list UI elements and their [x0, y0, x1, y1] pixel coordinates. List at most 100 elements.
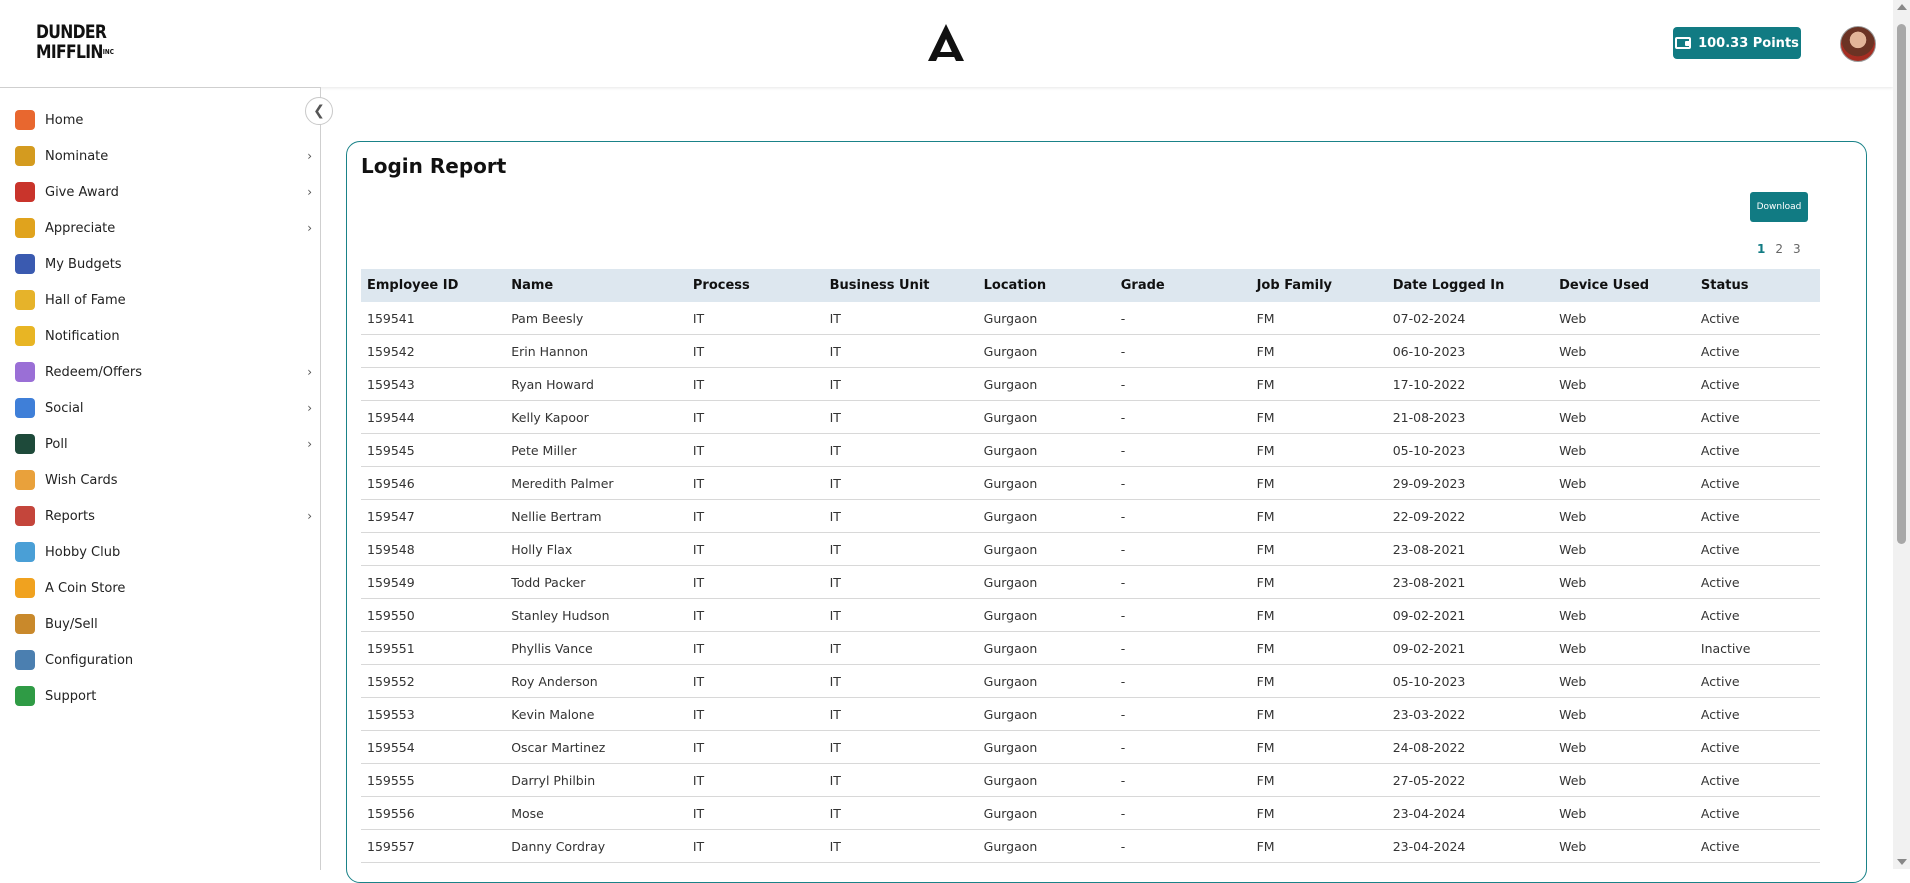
table-cell: IT — [686, 565, 824, 599]
table-cell: Web — [1553, 466, 1695, 500]
table-cell: 159555 — [361, 763, 506, 797]
table-cell: Active — [1694, 302, 1820, 335]
sidebar-item-reports[interactable]: Reports › — [0, 498, 320, 534]
table-cell: Web — [1553, 400, 1695, 434]
table-cell: Web — [1553, 829, 1695, 863]
table-row: 159548 Holly Flax IT IT Gurgaon - FM 23-08-2021… — [361, 532, 1820, 566]
table-cell: FM — [1250, 433, 1387, 467]
table-row: 159544 Kelly Kapoor IT IT Gurgaon - FM 21-08-20… — [361, 400, 1820, 434]
sidebar-item-my-budgets[interactable]: My Budgets — [0, 246, 320, 282]
column-header-grade[interactable]: Grade — [1114, 269, 1251, 302]
sidebar-item-give-award[interactable]: Give Award › — [0, 174, 320, 210]
column-header-date-logged-in[interactable]: Date Logged In — [1386, 269, 1554, 302]
scroll-up-arrow-icon[interactable] — [1897, 4, 1907, 10]
brand-a-icon[interactable] — [922, 19, 970, 67]
table-cell: Active — [1694, 598, 1820, 632]
table-cell: Kelly Kapoor — [505, 400, 687, 434]
sidebar-item-redeem-offers[interactable]: Redeem/Offers › — [0, 354, 320, 390]
table-cell: Web — [1553, 730, 1695, 764]
sidebar-item-poll[interactable]: Poll › — [0, 426, 320, 462]
page-link-2[interactable]: 2 — [1775, 242, 1783, 256]
table-row: 159551 Phyllis Vance IT IT Gurgaon - FM 09-02-2… — [361, 631, 1820, 665]
column-header-business-unit[interactable]: Business Unit — [823, 269, 978, 302]
sidebar-item-support[interactable]: Support — [0, 678, 320, 714]
sidebar-item-buy-sell[interactable]: Buy/Sell — [0, 606, 320, 642]
table-cell: Gurgaon — [977, 532, 1115, 566]
sidebar-item-social[interactable]: Social › — [0, 390, 320, 426]
collapse-sidebar-button[interactable]: ❮ — [305, 97, 333, 125]
sidebar-item-label: Configuration — [45, 652, 134, 668]
table-cell: Gurgaon — [977, 499, 1115, 533]
table-cell: Gurgaon — [977, 664, 1115, 698]
sidebar-item-home[interactable]: Home — [0, 102, 320, 138]
chat-icon — [15, 398, 35, 418]
table-cell: 29-09-2023 — [1386, 466, 1554, 500]
column-header-status[interactable]: Status — [1694, 269, 1820, 302]
sidebar-item-a-coin-store[interactable]: A Coin Store — [0, 570, 320, 606]
page-scrollbar[interactable] — [1893, 0, 1910, 869]
table-cell: Roy Anderson — [505, 664, 687, 698]
sidebar-item-wish-cards[interactable]: Wish Cards — [0, 462, 320, 498]
table-cell: IT — [686, 598, 824, 632]
table-cell: IT — [686, 763, 824, 797]
table-cell: 159548 — [361, 532, 506, 566]
company-logo[interactable]: DUNDER MIFFLININC — [36, 22, 114, 62]
page-link-1[interactable]: 1 — [1757, 242, 1765, 256]
sidebar-item-hall-of-fame[interactable]: Hall of Fame — [0, 282, 320, 318]
page-link-3[interactable]: 3 — [1793, 242, 1801, 256]
table-header-row: Employee ID Name Process Business Unit Locat… — [361, 269, 1820, 302]
table-cell: 23-04-2024 — [1386, 829, 1554, 863]
sidebar-item-label: Notification — [45, 328, 120, 344]
points-label: 100.33 Points — [1698, 35, 1799, 51]
table-cell: - — [1114, 565, 1251, 599]
avatar[interactable] — [1840, 26, 1876, 62]
table-cell: FM — [1250, 631, 1387, 665]
table-cell: 23-03-2022 — [1386, 697, 1554, 731]
column-header-location[interactable]: Location — [977, 269, 1115, 302]
monitor-icon — [15, 650, 35, 670]
table-cell: 22-09-2022 — [1386, 499, 1554, 533]
scroll-thumb[interactable] — [1897, 24, 1906, 544]
table-cell: Gurgaon — [977, 829, 1115, 863]
sidebar-item-label: Reports — [45, 508, 95, 524]
table-cell: 06-10-2023 — [1386, 334, 1554, 368]
table-cell: IT — [823, 334, 978, 368]
table-cell: IT — [686, 631, 824, 665]
table-cell: 27-05-2022 — [1386, 763, 1554, 797]
sidebar-nav: Home Nominate › Give Award › Appreciate › My Bu… — [0, 102, 320, 714]
table-cell: Gurgaon — [977, 302, 1115, 335]
gift-icon — [15, 182, 35, 202]
sidebar-item-nominate[interactable]: Nominate › — [0, 138, 320, 174]
column-header-name[interactable]: Name — [505, 269, 687, 302]
sidebar-item-appreciate[interactable]: Appreciate › — [0, 210, 320, 246]
download-button[interactable]: Download — [1750, 192, 1808, 222]
table-cell: Todd Packer — [505, 565, 687, 599]
sidebar-item-notification[interactable]: Notification — [0, 318, 320, 354]
table-cell: Web — [1553, 598, 1695, 632]
crown-icon — [15, 290, 35, 310]
sidebar-item-label: Poll — [45, 436, 68, 452]
table-cell: 05-10-2023 — [1386, 664, 1554, 698]
table-body: 159541 Pam Beesly IT IT Gurgaon - FM 07-02-2024… — [361, 302, 1820, 863]
table-cell: - — [1114, 400, 1251, 434]
sidebar-item-configuration[interactable]: Configuration — [0, 642, 320, 678]
table-cell: IT — [686, 730, 824, 764]
table-row: 159545 Pete Miller IT IT Gurgaon - FM 05-10-202… — [361, 433, 1820, 467]
column-header-process[interactable]: Process — [686, 269, 824, 302]
table-cell: 05-10-2023 — [1386, 433, 1554, 467]
sidebar-item-hobby-club[interactable]: Hobby Club — [0, 534, 320, 570]
scroll-down-arrow-icon[interactable] — [1897, 859, 1907, 865]
column-header-device-used[interactable]: Device Used — [1553, 269, 1695, 302]
chevron-right-icon: › — [307, 149, 312, 163]
points-button[interactable]: 100.33 Points — [1673, 27, 1801, 59]
chevron-right-icon: › — [307, 401, 312, 415]
table-cell: FM — [1250, 664, 1387, 698]
table-cell: 21-08-2023 — [1386, 400, 1554, 434]
column-header-job-family[interactable]: Job Family — [1250, 269, 1387, 302]
table-cell: IT — [686, 433, 824, 467]
column-header-employee-id[interactable]: Employee ID — [361, 269, 506, 302]
medal-icon — [15, 218, 35, 238]
table-cell: - — [1114, 532, 1251, 566]
table-cell: 07-02-2024 — [1386, 302, 1554, 335]
wallet-icon — [1675, 37, 1692, 49]
